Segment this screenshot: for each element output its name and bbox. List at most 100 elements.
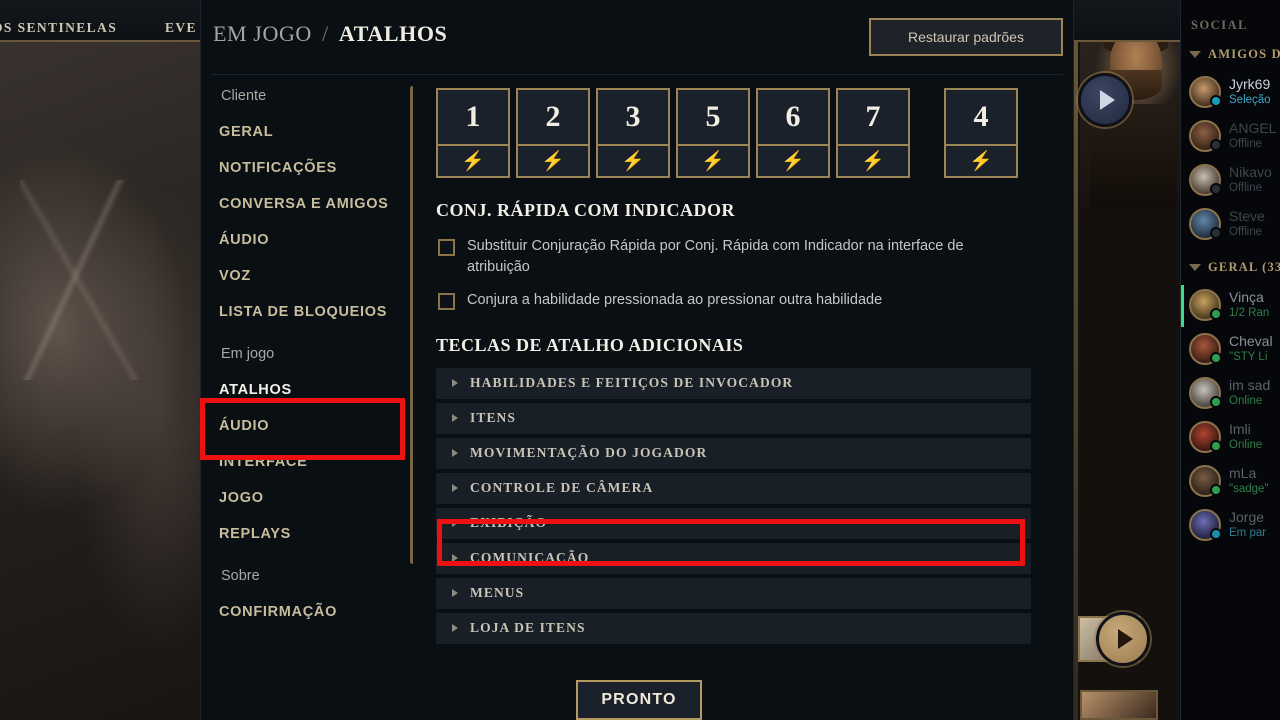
keybind-sub[interactable]: ⚡ — [518, 146, 588, 176]
sidebar-group-cliente: Cliente — [221, 88, 267, 104]
status-indicator-icon — [1210, 440, 1222, 452]
hotkey-group-comunicacao[interactable]: COMUNICAÇÃO — [436, 542, 1031, 574]
navbar-item-eventos[interactable]: EVE — [165, 20, 197, 36]
friend-list-item[interactable]: Imli Online — [1181, 415, 1280, 459]
sidebar-item-notificacoes[interactable]: NOTIFICAÇÕES — [201, 150, 413, 186]
chevron-right-icon — [452, 589, 458, 598]
chevron-right-icon — [452, 379, 458, 388]
status-indicator-icon — [1210, 528, 1222, 540]
keybind-slot[interactable]: 3 ⚡ — [596, 88, 670, 178]
modal-footer: PRONTO — [201, 680, 1073, 720]
hotkey-group-menus[interactable]: MENUS — [436, 577, 1031, 609]
hotkeys-section-title: TECLAS DE ATALHO ADICIONAIS — [436, 334, 744, 355]
sidebar-item-audio-jogo[interactable]: ÁUDIO — [201, 408, 413, 444]
chevron-right-icon — [452, 554, 458, 563]
checkbox-substituir-conjuracao[interactable] — [438, 239, 455, 256]
keybind-sub[interactable]: ⚡ — [678, 146, 748, 176]
breadcrumb-parent[interactable]: EM JOGO — [213, 21, 312, 46]
sidebar-item-conversa-e-amigos[interactable]: CONVERSA E AMIGOS — [201, 186, 413, 222]
chevron-right-icon — [452, 519, 458, 528]
friend-status: Offline — [1229, 138, 1263, 151]
keybind-sub[interactable]: ⚡ — [946, 146, 1016, 176]
avatar — [1189, 421, 1222, 453]
friend-name: Imli — [1229, 421, 1251, 438]
keybind-sub[interactable]: ⚡ — [758, 146, 828, 176]
keybind-sub[interactable]: ⚡ — [838, 146, 908, 176]
sidebar-item-interface[interactable]: INTERFACE — [201, 444, 413, 480]
avatar — [1189, 208, 1222, 240]
sidebar-item-replays[interactable]: REPLAYS — [201, 516, 413, 552]
keybind-sub[interactable]: ⚡ — [438, 146, 508, 176]
play-icon — [1100, 90, 1115, 110]
friend-status: Seleção — [1229, 94, 1271, 107]
status-indicator-icon — [1210, 484, 1222, 496]
restore-defaults-button[interactable]: Restaurar padrões — [869, 18, 1063, 56]
keybind-slot[interactable]: 5 ⚡ — [676, 88, 750, 178]
friend-list-item[interactable]: im sad Online — [1181, 371, 1280, 415]
friend-list-item[interactable]: Steve Offline — [1181, 202, 1280, 246]
sidebar-scrollbar[interactable] — [410, 86, 413, 564]
checkbox-conjura-habilidade[interactable] — [438, 293, 455, 311]
avatar — [1189, 465, 1222, 497]
lightning-bolt-icon: ⚡ — [861, 150, 885, 172]
breadcrumb: EM JOGO / ATALHOS — [213, 21, 447, 47]
friend-status: "STY Li — [1229, 351, 1268, 364]
friend-group-header-amigos[interactable]: AMIGOS D — [1181, 33, 1280, 70]
checkbox-row[interactable]: Substituir Conjuração Rápida por Conj. R… — [433, 233, 1059, 287]
social-panel: SOCIAL AMIGOS D Jyrk69 Seleção ANGEL Off… — [1180, 0, 1280, 720]
friend-list-item[interactable]: Vinça 1/2 Ran — [1181, 283, 1280, 327]
friend-list-item[interactable]: Cheval "STY Li — [1181, 327, 1280, 371]
chevron-right-icon — [452, 449, 458, 458]
keybind-row: 1 ⚡ 2 ⚡ 3 ⚡ 5 ⚡ 6 ⚡ 7 ⚡ 4 ⚡ — [433, 80, 1059, 178]
sidebar-item-voz[interactable]: VOZ — [201, 258, 413, 294]
sidebar-item-jogo[interactable]: JOGO — [201, 480, 413, 516]
avatar — [1189, 333, 1222, 365]
chevron-right-icon — [452, 414, 458, 423]
sidebar-item-atalhos[interactable]: ATALHOS — [201, 372, 413, 408]
status-indicator-icon — [1210, 183, 1222, 195]
friend-list-item[interactable]: mLa "sadge" — [1181, 459, 1280, 503]
friend-status: Offline — [1229, 182, 1263, 195]
hotkey-group-label: EXIBIÇÃO — [470, 515, 548, 531]
hotkey-group-loja[interactable]: LOJA DE ITENS — [436, 612, 1031, 644]
lightning-bolt-icon: ⚡ — [701, 150, 725, 172]
friend-list-item[interactable]: Nikavo Offline — [1181, 158, 1280, 202]
friend-name: Steve — [1229, 208, 1265, 225]
play-button-top[interactable] — [1078, 73, 1132, 127]
hotkey-group-itens[interactable]: ITENS — [436, 402, 1031, 434]
keybind-slot-extra[interactable]: 4 ⚡ — [944, 88, 1018, 178]
keybind-key: 3 — [598, 90, 668, 146]
hotkey-group-camera[interactable]: CONTROLE DE CÂMERA — [436, 472, 1031, 504]
sidebar-group-sobre: Sobre — [221, 568, 260, 584]
hotkey-group-exibicao[interactable]: EXIBIÇÃO — [436, 507, 1031, 539]
friend-list-item[interactable]: Jorge Em par — [1181, 503, 1280, 547]
background-splash-art — [0, 0, 210, 720]
friend-status: Em par — [1229, 527, 1267, 540]
breadcrumb-current: ATALHOS — [338, 21, 448, 46]
sidebar-item-audio-cliente[interactable]: ÁUDIO — [201, 222, 413, 258]
keybind-slot[interactable]: 7 ⚡ — [836, 88, 910, 178]
quickcast-section-title: CONJ. RÁPIDA COM INDICADOR — [436, 200, 735, 220]
sidebar-item-geral[interactable]: GERAL — [201, 114, 413, 150]
keybind-slot[interactable]: 6 ⚡ — [756, 88, 830, 178]
hotkey-group-movimentacao[interactable]: MOVIMENTAÇÃO DO JOGADOR — [436, 437, 1031, 469]
friend-list-item[interactable]: Jyrk69 Seleção — [1181, 70, 1280, 114]
keybind-slot[interactable]: 1 ⚡ — [436, 88, 510, 178]
lightning-bolt-icon: ⚡ — [461, 150, 485, 172]
keybind-slot[interactable]: 2 ⚡ — [516, 88, 590, 178]
sidebar-item-lista-de-bloqueios[interactable]: LISTA DE BLOQUEIOS — [201, 294, 413, 330]
chevron-right-icon — [452, 624, 458, 633]
navbar-item-sentinelas[interactable]: OS SENTINELAS — [0, 20, 117, 36]
friend-list-item[interactable]: ANGEL Offline — [1181, 114, 1280, 158]
status-indicator-icon — [1210, 308, 1222, 320]
ready-button[interactable]: PRONTO — [576, 680, 702, 720]
play-button-bottom[interactable] — [1096, 612, 1150, 666]
keybind-key: 1 — [438, 90, 508, 146]
checkbox-row[interactable]: Conjura a habilidade pressionada ao pres… — [433, 287, 1059, 321]
hotkey-group-list: HABILIDADES E FEITIÇOS DE INVOCADOR ITEN… — [433, 367, 1059, 644]
keybind-sub[interactable]: ⚡ — [598, 146, 668, 176]
header-divider — [211, 74, 1063, 75]
friend-group-header-geral[interactable]: GERAL (33 — [1181, 246, 1280, 283]
sidebar-item-confirmacao[interactable]: CONFIRMAÇÃO — [201, 594, 413, 630]
hotkey-group-habilidades[interactable]: HABILIDADES E FEITIÇOS DE INVOCADOR — [436, 367, 1031, 399]
